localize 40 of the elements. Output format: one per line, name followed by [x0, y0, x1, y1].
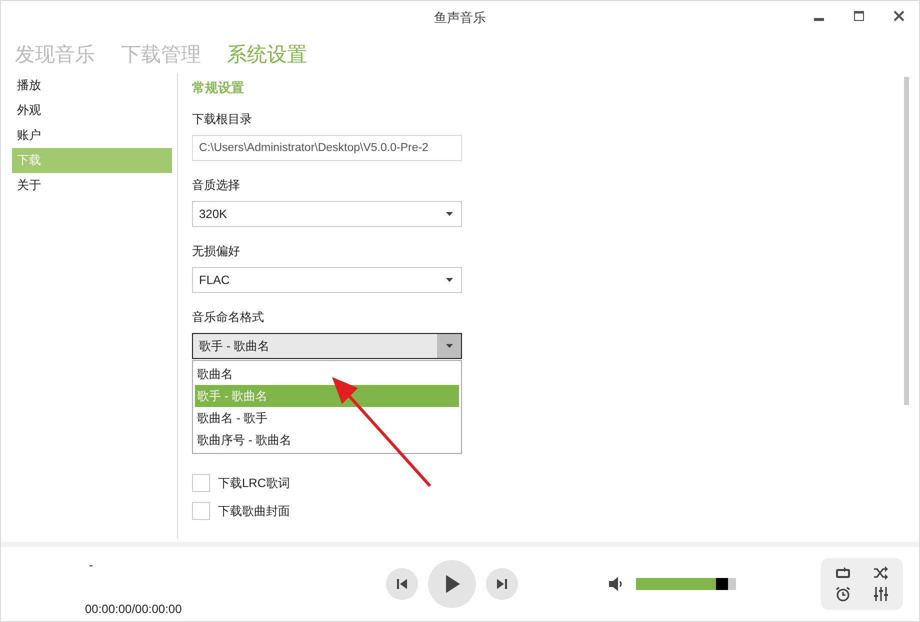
caret-icon [446, 212, 452, 216]
section-title: 常规设置 [192, 79, 245, 97]
checkbox-label: 下载LRC歌词 [218, 474, 290, 492]
play-button[interactable] [428, 560, 476, 608]
scrollbar[interactable] [904, 77, 909, 405]
field-label: 音乐命名格式 [192, 309, 265, 326]
dropdown[interactable]: 歌手 - 歌曲名 [192, 333, 462, 359]
track-title: - [89, 558, 93, 572]
alarm-clock-icon[interactable] [835, 586, 851, 602]
path-field[interactable]: C:\Users\Administrator\Desktop\V5.0.0-Pre-2 [192, 135, 462, 161]
time-display: 00:00:00/00:00:00 [85, 602, 182, 616]
equalizer-icon[interactable] [873, 586, 889, 602]
dropdown-option[interactable]: 歌曲名 - 歌手 [195, 407, 459, 429]
sidebar-item[interactable]: 播放 [12, 73, 172, 98]
checkbox[interactable] [192, 474, 210, 492]
previous-button[interactable] [386, 568, 418, 600]
shuffle-icon[interactable] [873, 566, 889, 580]
dropdown[interactable]: 320K [192, 201, 462, 227]
dropdown[interactable]: FLAC [192, 267, 462, 293]
dropdown-option[interactable]: 歌曲序号 - 歌曲名 [195, 429, 459, 451]
repeat-icon[interactable] [835, 566, 851, 580]
caret-icon [446, 344, 452, 348]
caret-icon [446, 278, 452, 282]
checkbox[interactable] [192, 502, 210, 520]
close-icon[interactable] [893, 10, 905, 22]
maximize-icon[interactable] [853, 10, 865, 22]
field-label: 音质选择 [192, 177, 241, 194]
dropdown-option[interactable]: 歌曲名 [195, 363, 459, 385]
window-title: 鱼声音乐 [434, 9, 486, 27]
sidebar-item[interactable]: 关于 [12, 173, 172, 198]
field-label: 下载根目录 [192, 111, 253, 128]
skip-back-icon [395, 577, 409, 591]
volume-slider[interactable] [636, 578, 736, 590]
sidebar-item[interactable]: 外观 [12, 98, 172, 123]
skip-forward-icon [495, 577, 509, 591]
checkbox-label: 下载歌曲封面 [218, 502, 290, 520]
next-button[interactable] [486, 568, 518, 600]
sidebar-item[interactable]: 账户 [12, 123, 172, 148]
field-label: 无损偏好 [192, 243, 241, 260]
speaker-icon[interactable] [608, 576, 624, 592]
